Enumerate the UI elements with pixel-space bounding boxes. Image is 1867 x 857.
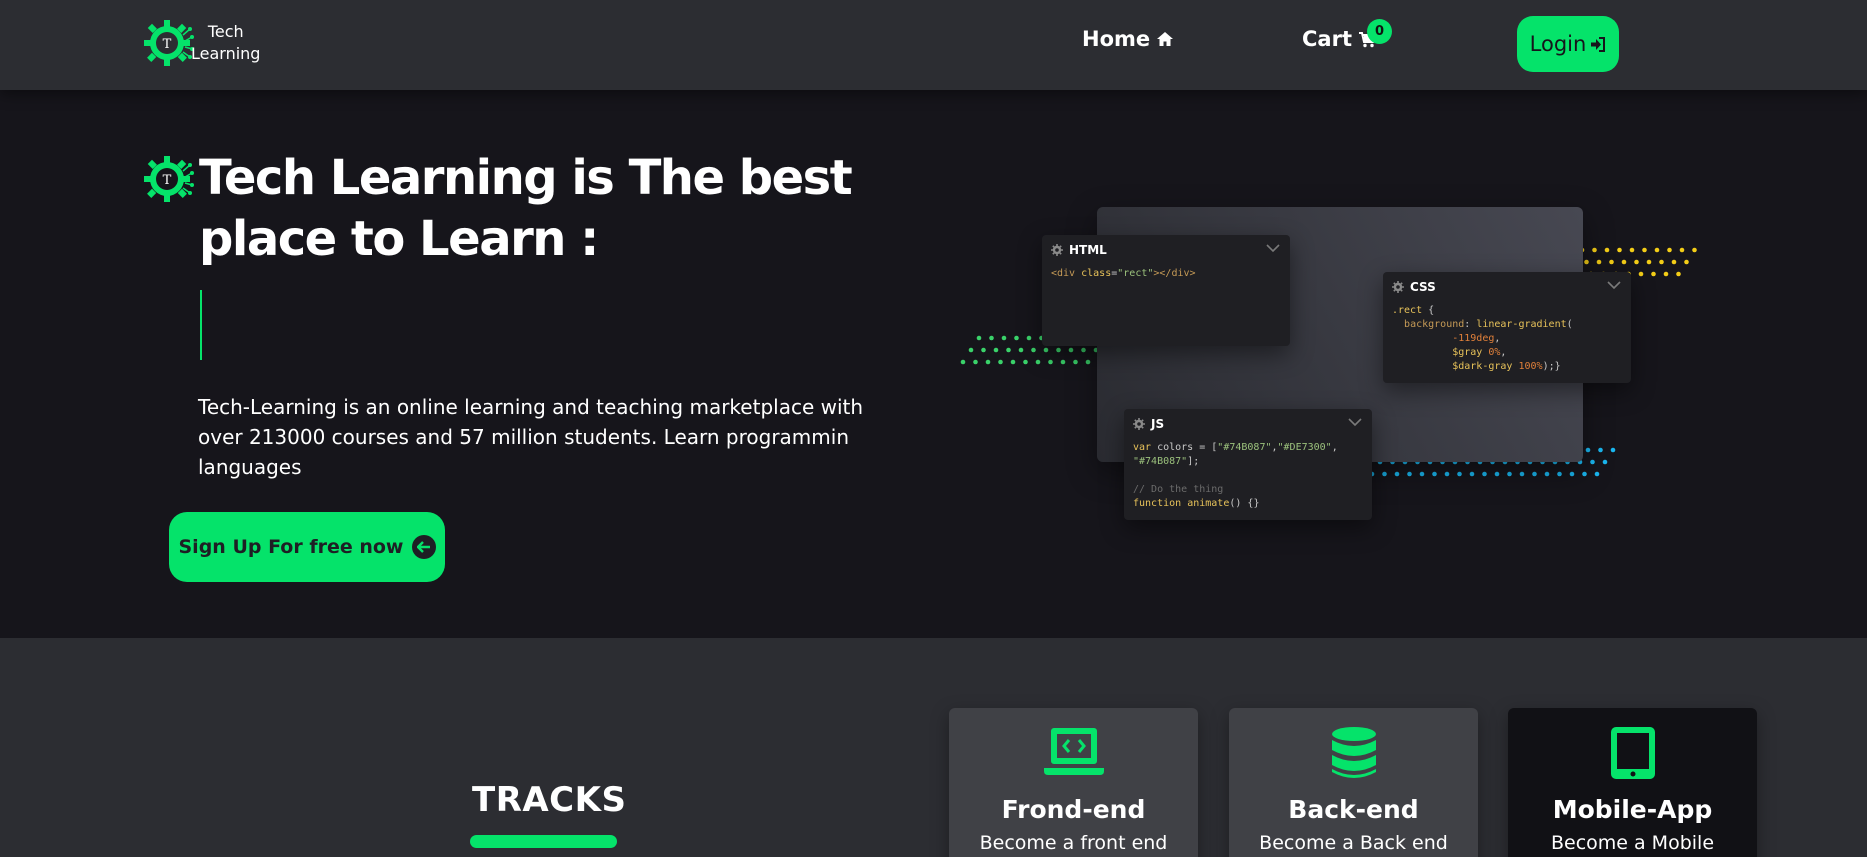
chevron-down-icon[interactable] — [1607, 280, 1621, 290]
signup-label: Sign Up For free now — [178, 536, 404, 558]
database-icon — [1331, 727, 1376, 778]
nav-home-label: Home — [1082, 27, 1151, 51]
tracks-heading: TRACKS — [472, 780, 627, 820]
html-panel-title: HTML — [1069, 243, 1107, 257]
typing-cursor — [200, 290, 202, 360]
js-panel-header: JS — [1124, 409, 1372, 439]
html-panel-header: HTML — [1042, 235, 1290, 265]
gear-icon — [1392, 281, 1404, 293]
chevron-down-icon[interactable] — [1348, 417, 1362, 427]
track-card-mobile[interactable]: Mobile-App Become a Mobile — [1508, 708, 1757, 857]
nav-home-link[interactable]: Home — [1082, 27, 1174, 51]
css-code: .rect { background: linear-gradient( -11… — [1392, 305, 1573, 372]
gear-logo-icon: T — [144, 20, 194, 66]
home-icon — [1157, 32, 1174, 46]
gear-logo-icon: T — [144, 156, 194, 202]
js-code: var colors = ["#74B087","#DE7300", "#74B… — [1133, 442, 1338, 509]
tracks-underline — [470, 835, 617, 848]
arrow-left-icon — [411, 535, 436, 559]
hero-description: Tech-Learning is an online learning and … — [198, 395, 864, 479]
gear-icon — [1133, 418, 1145, 430]
css-panel-title: CSS — [1410, 280, 1436, 294]
svg-text:T: T — [163, 37, 172, 52]
card-subtitle: Become a front end — [979, 832, 1168, 854]
html-code: <div class="rect"></div> — [1051, 268, 1196, 279]
html-code-panel: HTML <div class="rect"></div> — [1042, 235, 1290, 346]
cart-count-badge: 0 — [1367, 19, 1392, 44]
signup-button[interactable]: Sign Up For free now — [169, 512, 445, 582]
track-card-frontend[interactable]: Frond-end Become a front end — [949, 708, 1198, 857]
laptop-code-icon — [1043, 728, 1104, 775]
brand-line2: Learning — [191, 44, 261, 63]
tablet-icon — [1610, 727, 1655, 779]
navbar: T Tech Learning Home Cart 0 Login — [0, 0, 1867, 90]
nav-cart-link[interactable]: Cart — [1302, 27, 1376, 51]
brand-name: Tech Learning — [191, 21, 260, 65]
css-panel-header: CSS — [1383, 272, 1631, 302]
svg-text:T: T — [163, 173, 172, 188]
css-code-panel: CSS .rect { background: linear-gradient(… — [1383, 272, 1631, 383]
js-panel-title: JS — [1151, 417, 1165, 431]
login-label: Login — [1529, 32, 1587, 56]
code-illustration: HTML <div class="rect"></div> CSS .rect … — [960, 200, 1740, 540]
card-title: Mobile-App — [1552, 795, 1713, 824]
brand-line1: Tech — [207, 22, 244, 41]
brand-logo[interactable]: T Tech Learning — [143, 17, 260, 69]
chevron-down-icon[interactable] — [1266, 243, 1280, 253]
sign-in-icon — [1591, 36, 1606, 52]
track-card-backend[interactable]: Back-end Become a Back end — [1229, 708, 1478, 857]
card-title: Back-end — [1288, 795, 1419, 824]
card-subtitle: Become a Back end — [1259, 832, 1448, 854]
gear-icon — [1051, 244, 1063, 256]
js-code-panel: JS var colors = ["#74B087","#DE7300", "#… — [1124, 409, 1372, 520]
card-subtitle: Become a Mobile — [1550, 832, 1715, 854]
card-title: Frond-end — [1001, 795, 1146, 824]
hero-title: Tech Learning is The best place to Learn… — [199, 150, 853, 267]
nav-cart-label: Cart — [1302, 27, 1352, 51]
login-button[interactable]: Login — [1517, 16, 1619, 72]
